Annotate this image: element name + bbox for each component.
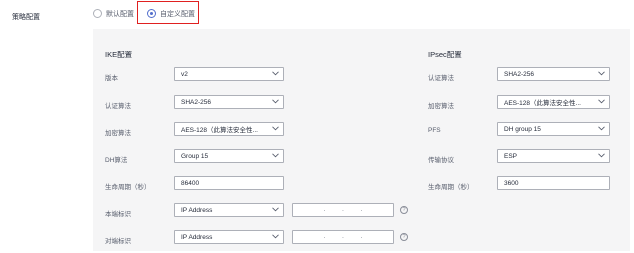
chevron-down-icon (269, 123, 283, 135)
ipsec-enc-label: 加密算法 (428, 103, 454, 110)
ipsec-pfs-select[interactable]: DH group 15 (497, 122, 610, 136)
ipsec-lifetime-input[interactable]: 3600 (497, 176, 610, 190)
ip-separator: · (323, 233, 326, 241)
local-id-type-select[interactable]: IP Address (174, 203, 284, 217)
local-ip-address-input[interactable]: · · · (292, 203, 394, 217)
peer-ip-address-input[interactable]: · · · (292, 230, 394, 244)
radio-checked-icon (147, 9, 156, 18)
ipsec-pfs-value: DH group 15 (504, 125, 541, 133)
custom-config-radio[interactable]: 自定义配置 (147, 7, 195, 20)
ipsec-auth-select[interactable]: SHA2-256 (497, 67, 610, 81)
ipsec-lifetime-label: 生命周期（秒） (428, 184, 474, 191)
chevron-down-icon (595, 150, 609, 162)
ipsec-config-title: IPsec配置 (428, 50, 462, 59)
default-config-radio-label: 默认配置 (106, 10, 134, 18)
radio-unchecked-icon (93, 9, 102, 18)
ike-dh-value: Group 15 (181, 152, 209, 160)
custom-config-panel (93, 29, 630, 251)
default-config-radio[interactable]: 默认配置 (93, 7, 134, 20)
local-id-type-value: IP Address (181, 206, 213, 214)
ip-separator: · (323, 206, 326, 214)
ipsec-protocol-value: ESP (504, 152, 518, 160)
strategy-config-label: 策略配置 (12, 14, 40, 21)
help-icon[interactable]: ? (400, 233, 408, 241)
ipsec-enc-value: AES-128（此算法安全性... (504, 100, 581, 107)
ipsec-protocol-select[interactable]: ESP (497, 149, 610, 163)
ipsec-enc-select[interactable]: AES-128（此算法安全性... (497, 95, 610, 109)
ip-separator: · (341, 233, 345, 241)
ipsec-auth-label: 认证算法 (428, 75, 454, 82)
ike-auth-value: SHA2-256 (181, 98, 211, 106)
ip-separator: · (360, 206, 363, 214)
help-icon[interactable]: ? (400, 206, 408, 214)
ipsec-pfs-label: PFS (428, 127, 441, 134)
ike-dh-select[interactable]: Group 15 (174, 149, 284, 163)
local-id-label: 本端标识 (105, 211, 131, 218)
ike-version-value: v2 (181, 70, 188, 78)
ike-version-select[interactable]: v2 (174, 67, 284, 81)
ike-dh-label: DH算法 (105, 157, 128, 164)
chevron-down-icon (595, 96, 609, 108)
ip-separator: · (360, 233, 363, 241)
chevron-down-icon (269, 150, 283, 162)
chevron-down-icon (269, 231, 283, 243)
chevron-down-icon (595, 68, 609, 80)
peer-id-label: 对端标识 (105, 238, 131, 245)
ike-version-label: 版本 (105, 75, 118, 82)
ipsec-lifetime-value: 3600 (504, 179, 519, 187)
ipsec-protocol-label: 传输协议 (428, 157, 454, 164)
peer-id-type-value: IP Address (181, 233, 213, 241)
ike-auth-label: 认证算法 (105, 103, 131, 110)
custom-config-radio-label: 自定义配置 (160, 10, 195, 18)
ike-enc-value: AES-128（此算法安全性... (181, 127, 258, 134)
ike-enc-label: 加密算法 (105, 130, 131, 137)
chevron-down-icon (269, 68, 283, 80)
chevron-down-icon (269, 204, 283, 216)
peer-id-type-select[interactable]: IP Address (174, 230, 284, 244)
ipsec-auth-value: SHA2-256 (504, 70, 534, 78)
ike-lifetime-label: 生命周期（秒） (105, 184, 151, 191)
chevron-down-icon (595, 123, 609, 135)
ike-auth-select[interactable]: SHA2-256 (174, 95, 284, 109)
chevron-down-icon (269, 96, 283, 108)
ike-enc-select[interactable]: AES-128（此算法安全性... (174, 122, 284, 136)
ip-separator: · (341, 206, 345, 214)
ike-lifetime-input[interactable]: 86400 (174, 176, 284, 190)
ike-lifetime-value: 86400 (181, 179, 200, 187)
ike-config-title: IKE配置 (105, 50, 133, 59)
